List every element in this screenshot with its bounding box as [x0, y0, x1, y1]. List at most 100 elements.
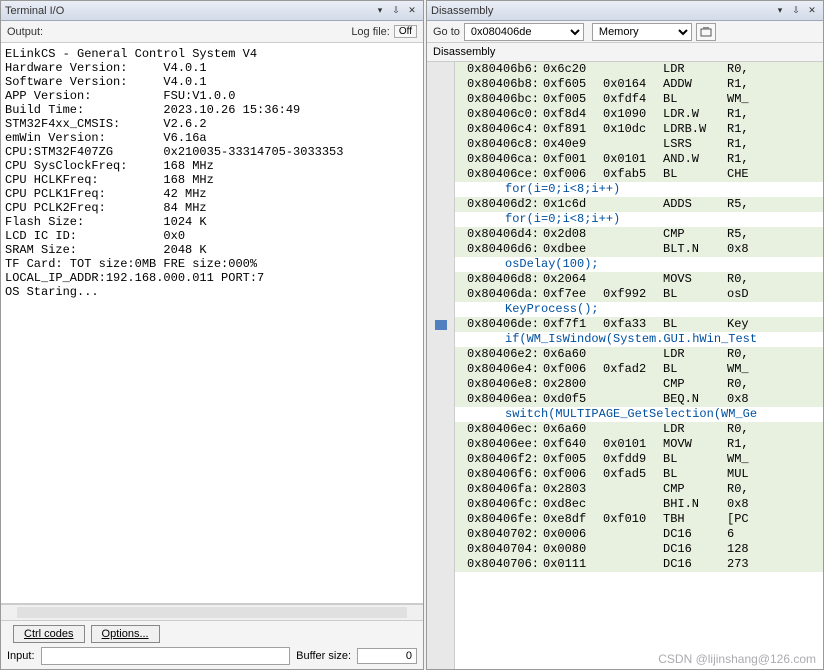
disasm-row[interactable]: 0x80406f2:0xf0050xfdd9BLWM_: [455, 452, 823, 467]
mnemonic: LDRB.W: [663, 122, 727, 137]
terminal-titlebar[interactable]: Terminal I/O ▾ ⇩ ✕: [1, 1, 423, 21]
operands: 128: [727, 542, 823, 557]
operands: R1,: [727, 77, 823, 92]
bytes1: 0x2803: [543, 482, 603, 497]
disasm-row[interactable]: 0x80406fc:0xd8ecBHI.N0x8: [455, 497, 823, 512]
disasm-row[interactable]: 0x80406c4:0xf8910x10dcLDRB.WR1,: [455, 122, 823, 137]
disasm-row[interactable]: 0x80406fe:0xe8df0xf010TBH[PC: [455, 512, 823, 527]
disasm-lines[interactable]: 0x80406b6:0x6c20LDRR0,0x80406b8:0xf6050x…: [455, 62, 823, 669]
mnemonic: BL: [663, 287, 727, 302]
view-mode-select[interactable]: Memory: [592, 23, 692, 41]
dropdown-icon[interactable]: ▾: [773, 4, 787, 18]
bytes2: 0x10dc: [603, 122, 663, 137]
addr: 0x80406ea:: [455, 392, 543, 407]
operands: R1,: [727, 152, 823, 167]
addr: 0x80406ee:: [455, 437, 543, 452]
pin-icon[interactable]: ⇩: [389, 4, 403, 18]
disasm-row[interactable]: 0x80406e8:0x2800CMPR0,: [455, 377, 823, 392]
disasm-row[interactable]: 0x80406c8:0x40e9LSRSR1,: [455, 137, 823, 152]
bytes2: 0xfdd9: [603, 452, 663, 467]
disasm-row[interactable]: 0x80406b6:0x6c20LDRR0,: [455, 62, 823, 77]
disasm-row[interactable]: osDelay(100);: [455, 257, 823, 272]
disasm-row[interactable]: 0x80406e2:0x6a60LDRR0,: [455, 347, 823, 362]
buffer-size-value: 0: [357, 648, 417, 664]
addr: 0x80406d6:: [455, 242, 543, 257]
terminal-output[interactable]: ELinkCS - General Control System V4 Hard…: [1, 43, 423, 604]
mnemonic: DC16: [663, 557, 727, 572]
bytes1: 0xf006: [543, 167, 603, 182]
pin-icon[interactable]: ⇩: [789, 4, 803, 18]
addr: 0x8040706:: [455, 557, 543, 572]
disasm-row[interactable]: 0x80406ca:0xf0010x0101AND.WR1,: [455, 152, 823, 167]
addr: 0x80406de:: [455, 317, 543, 332]
disasm-row[interactable]: 0x80406ce:0xf0060xfab5BLCHE: [455, 167, 823, 182]
close-icon[interactable]: ✕: [405, 4, 419, 18]
addr: 0x8040702:: [455, 527, 543, 542]
mnemonic: CMP: [663, 377, 727, 392]
bytes1: 0xf640: [543, 437, 603, 452]
disasm-row[interactable]: for(i=0;i<8;i++): [455, 212, 823, 227]
dropdown-icon[interactable]: ▾: [373, 4, 387, 18]
toolbox-icon[interactable]: [696, 23, 716, 41]
disasm-row[interactable]: 0x80406c0:0xf8d40x1090LDR.WR1,: [455, 107, 823, 122]
disasm-row[interactable]: switch(MULTIPAGE_GetSelection(WM_Ge: [455, 407, 823, 422]
disasm-body[interactable]: 0x80406b6:0x6c20LDRR0,0x80406b8:0xf6050x…: [427, 62, 823, 669]
ctrl-codes-button[interactable]: Ctrl codes: [13, 625, 85, 643]
disasm-row[interactable]: 0x80406da:0xf7ee0xf992BLosD: [455, 287, 823, 302]
bytes1: 0xf006: [543, 362, 603, 377]
operands: R1,: [727, 437, 823, 452]
terminal-bottom-controls: Ctrl codes Options... Input: Buffer size…: [1, 620, 423, 669]
disasm-toolbar: Go to 0x080406de Memory: [427, 21, 823, 43]
disasm-row[interactable]: if(WM_IsWindow(System.GUI.hWin_Test: [455, 332, 823, 347]
disasm-row[interactable]: 0x80406fa:0x2803CMPR0,: [455, 482, 823, 497]
disasm-row[interactable]: 0x8040702:0x0006DC166: [455, 527, 823, 542]
close-icon[interactable]: ✕: [805, 4, 819, 18]
operands: 0x8: [727, 242, 823, 257]
goto-address-select[interactable]: 0x080406de: [464, 23, 584, 41]
mnemonic: BHI.N: [663, 497, 727, 512]
logfile-toggle[interactable]: Off: [394, 25, 417, 38]
bytes1: 0xe8df: [543, 512, 603, 527]
mnemonic: AND.W: [663, 152, 727, 167]
addr: 0x80406e4:: [455, 362, 543, 377]
addr: 0x80406fe:: [455, 512, 543, 527]
disasm-row[interactable]: 0x80406f6:0xf0060xfad5BLMUL: [455, 467, 823, 482]
disasm-row[interactable]: 0x80406de:0xf7f10xfa33BLKey: [455, 317, 823, 332]
addr: 0x80406bc:: [455, 92, 543, 107]
operands: 0x8: [727, 392, 823, 407]
terminal-input[interactable]: [41, 647, 291, 665]
disasm-row[interactable]: 0x80406bc:0xf0050xfdf4BLWM_: [455, 92, 823, 107]
disasm-row[interactable]: 0x80406ec:0x6a60LDRR0,: [455, 422, 823, 437]
horizontal-scrollbar[interactable]: [1, 604, 423, 620]
disasm-row[interactable]: KeyProcess();: [455, 302, 823, 317]
source-line: for(i=0;i<8;i++): [455, 212, 823, 227]
mnemonic: BL: [663, 167, 727, 182]
disasm-row[interactable]: 0x8040704:0x0080DC16128: [455, 542, 823, 557]
disasm-row[interactable]: 0x80406e4:0xf0060xfad2BLWM_: [455, 362, 823, 377]
addr: 0x80406ce:: [455, 167, 543, 182]
disasm-row[interactable]: 0x8040706:0x0111DC16273: [455, 557, 823, 572]
terminal-content: ELinkCS - General Control System V4 Hard…: [1, 43, 423, 669]
disasm-row[interactable]: 0x80406d8:0x2064MOVSR0,: [455, 272, 823, 287]
disasm-row[interactable]: 0x80406ee:0xf6400x0101MOVWR1,: [455, 437, 823, 452]
addr: 0x80406b8:: [455, 77, 543, 92]
operands: R5,: [727, 227, 823, 242]
addr: 0x80406c4:: [455, 122, 543, 137]
bytes1: 0xd0f5: [543, 392, 603, 407]
disasm-row[interactable]: 0x80406b8:0xf6050x0164ADDWR1,: [455, 77, 823, 92]
operands: R0,: [727, 62, 823, 77]
disasm-titlebar[interactable]: Disassembly ▾ ⇩ ✕: [427, 1, 823, 21]
addr: 0x80406e8:: [455, 377, 543, 392]
operands: R1,: [727, 107, 823, 122]
options-button[interactable]: Options...: [91, 625, 160, 643]
disasm-row[interactable]: 0x80406d2:0x1c6dADDSR5,: [455, 197, 823, 212]
disasm-row[interactable]: 0x80406d6:0xdbeeBLT.N0x8: [455, 242, 823, 257]
disasm-row[interactable]: 0x80406ea:0xd0f5BEQ.N0x8: [455, 392, 823, 407]
source-line: if(WM_IsWindow(System.GUI.hWin_Test: [455, 332, 823, 347]
operands: R0,: [727, 347, 823, 362]
bytes1: 0x0111: [543, 557, 603, 572]
mnemonic: TBH: [663, 512, 727, 527]
disasm-row[interactable]: for(i=0;i<8;i++): [455, 182, 823, 197]
disasm-title: Disassembly: [431, 5, 493, 17]
disasm-row[interactable]: 0x80406d4:0x2d08CMPR5,: [455, 227, 823, 242]
